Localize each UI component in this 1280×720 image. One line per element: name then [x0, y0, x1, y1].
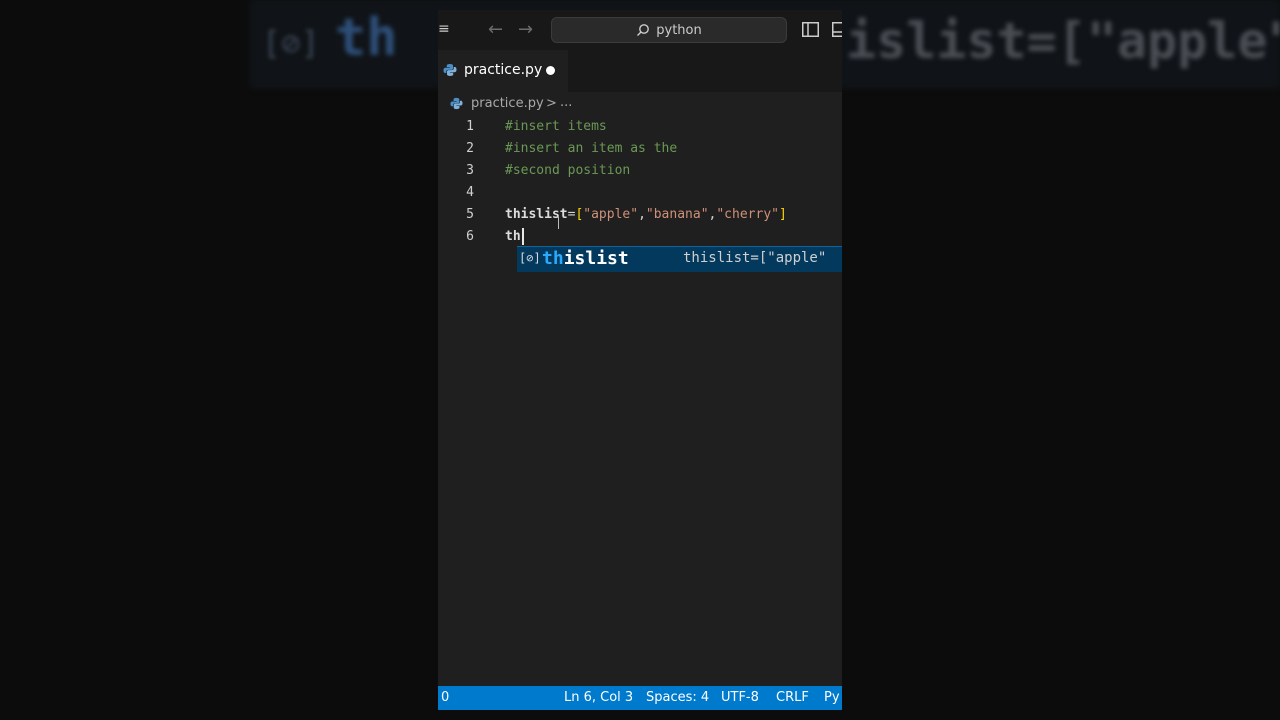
suggestion-label: thislist — [542, 248, 629, 269]
text-cursor — [521, 228, 524, 245]
suggestion-rest: islist — [563, 248, 629, 269]
toggle-sidebar-icon[interactable] — [802, 22, 819, 37]
code-line: 6 th — [438, 226, 842, 248]
tab-bar: practice.py — [438, 50, 842, 92]
breadcrumb-file[interactable]: practice.py — [471, 96, 544, 111]
code-statement: th — [505, 226, 524, 248]
line-ending-setting[interactable]: CRLF — [776, 690, 809, 705]
unsaved-changes-dot[interactable] — [546, 66, 555, 75]
line-number: 4 — [466, 185, 474, 200]
toggle-panel-icon[interactable] — [832, 22, 842, 37]
blurred-detail-text: islist=["apple" — [846, 12, 1280, 70]
code-line: 2 #insert an item as the — [438, 138, 842, 160]
vscode-window: ≡ ← → python practice.py practice.py > .… — [438, 10, 842, 710]
typed-text: th — [505, 229, 521, 244]
search-text: python — [656, 22, 702, 38]
language-mode[interactable]: Py — [824, 690, 840, 705]
string-literal: "apple" — [583, 207, 639, 222]
cursor-position[interactable]: Ln 6, Col 3 — [564, 690, 633, 705]
line-number: 3 — [466, 163, 474, 178]
python-file-icon — [450, 97, 463, 110]
suggestion-match: th — [542, 248, 564, 269]
blurred-variable-icon: [⊘] — [262, 24, 320, 62]
line-number: 1 — [466, 119, 474, 134]
code-statement: thislist=["apple","banana","cherry"] — [505, 204, 787, 226]
variable-icon: [⊘] — [519, 251, 541, 265]
breadcrumb: practice.py > ... — [438, 94, 842, 114]
bracket: ] — [778, 207, 787, 222]
menu-icon[interactable]: ≡ — [438, 21, 450, 37]
suggestion-detail: thislist=["apple" — [683, 250, 827, 266]
breadcrumb-symbols[interactable]: ... — [560, 95, 572, 110]
comma: , — [638, 207, 646, 222]
tab-practice-py[interactable]: practice.py — [438, 50, 568, 92]
string-literal: "banana" — [645, 207, 709, 222]
comment-text: #insert items — [505, 119, 607, 134]
code-line: 1 #insert items — [438, 116, 842, 138]
comment-text: #second position — [505, 163, 631, 178]
code-line: 5 thislist=["apple","banana","cherry"] — [438, 204, 842, 226]
autocomplete-suggestion[interactable]: [⊘] thislist thislist=["apple" — [517, 246, 842, 272]
python-file-icon — [443, 64, 457, 76]
title-bar: ≡ ← → python — [438, 10, 842, 50]
encoding-setting[interactable]: UTF-8 — [721, 690, 759, 705]
back-arrow-icon[interactable]: ← — [488, 19, 503, 40]
status-bar: 0 Ln 6, Col 3 Spaces: 4 UTF-8 CRLF Py — [438, 686, 842, 710]
mouse-ibeam-cursor — [558, 217, 561, 229]
problems-count[interactable]: 0 — [441, 690, 449, 705]
blurred-suggestion-text: th — [335, 8, 398, 68]
code-line: 4 — [438, 182, 842, 204]
tab-label: practice.py — [464, 62, 543, 78]
search-icon — [637, 24, 650, 36]
line-number: 2 — [466, 141, 474, 156]
line-number: 5 — [466, 207, 474, 222]
code-line: 3 #second position — [438, 160, 842, 182]
command-center-search[interactable]: python — [551, 17, 787, 43]
forward-arrow-icon[interactable]: → — [518, 19, 533, 40]
indentation-setting[interactable]: Spaces: 4 — [646, 690, 709, 705]
line-number: 6 — [466, 229, 474, 244]
comment-text: #insert an item as the — [505, 141, 678, 156]
string-literal: "cherry" — [716, 207, 779, 222]
chevron-right-icon: > — [546, 96, 557, 111]
code-editor[interactable]: 1 #insert items 2 #insert an item as the… — [438, 116, 842, 686]
